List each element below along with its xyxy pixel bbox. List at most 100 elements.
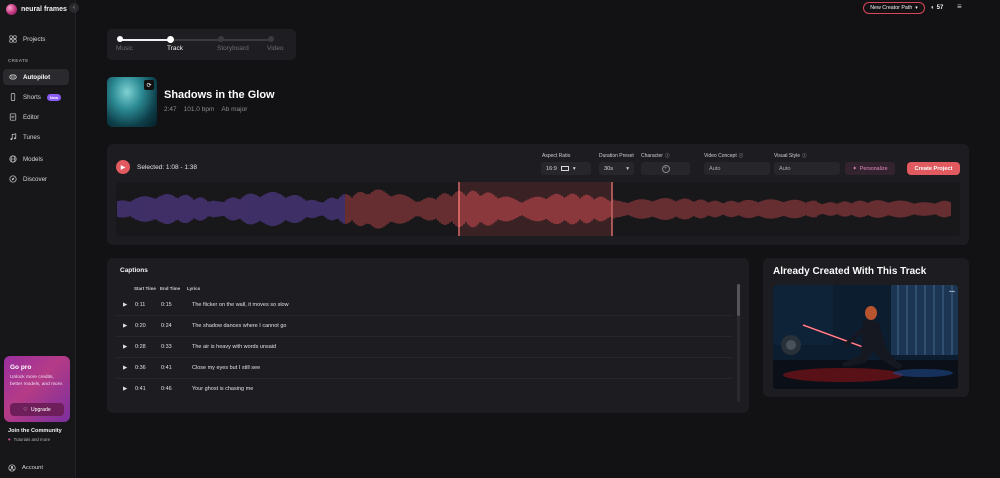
sidebar-item-tunes[interactable]: Tunes (3, 129, 69, 145)
sidebar-item-label: Editor (23, 113, 40, 121)
section-label-create: CREATE (8, 58, 29, 63)
credits-icon: ◐ (931, 5, 935, 11)
change-cover-icon[interactable]: ⟳ (144, 80, 154, 90)
play-icon[interactable]: ▶ (123, 344, 127, 350)
new-creator-path-button[interactable]: New Creator Path ▾ (863, 2, 925, 14)
brand-name: neural frames (21, 5, 67, 13)
community-title: Join the Community (8, 428, 62, 434)
caption-end: 0:15 (161, 302, 172, 308)
aspect-ratio-select[interactable]: 16:9 ▾ (541, 162, 591, 175)
waveform[interactable] (116, 182, 960, 236)
play-button[interactable]: ▶ (116, 160, 130, 174)
sidebar-item-models[interactable]: Models (3, 151, 69, 167)
character-label: Character (641, 153, 663, 159)
play-icon[interactable]: ▶ (123, 386, 127, 392)
compass-icon (9, 175, 17, 183)
track-cover-image: ⟳ (107, 77, 157, 127)
video-concept-value: Auto (709, 165, 721, 172)
info-icon: ⓘ (802, 153, 807, 158)
caption-row[interactable]: ▶ 0:41 0:46 Your ghost is chasing me (116, 379, 732, 400)
sidebar-item-label: Models (23, 155, 43, 163)
step-dot-music[interactable] (117, 36, 123, 42)
caption-lyric[interactable]: The shadow dances where I cannot go (192, 323, 286, 329)
play-icon[interactable]: ▶ (123, 302, 127, 308)
caption-lyric[interactable]: Your ghost is chasing me (192, 386, 253, 392)
video-concept-input[interactable]: Auto (704, 162, 770, 175)
create-project-button[interactable]: Create Project (907, 162, 960, 175)
caption-end: 0:46 (161, 386, 172, 392)
visual-style-input[interactable]: Auto (774, 162, 840, 175)
progress-stepper: Music Track Storyboard Video (107, 29, 296, 60)
caption-lyric[interactable]: The flicker on the wall, it moves so slo… (192, 302, 289, 308)
header-lyrics: Lyrics (187, 286, 201, 291)
sparkle-icon: ✦ (852, 165, 857, 172)
more-options-icon[interactable]: ... (949, 287, 955, 294)
header-start-time: Start Time (134, 286, 156, 291)
chevron-down-icon: ▾ (915, 5, 918, 11)
step-video[interactable]: Video (267, 45, 284, 52)
step-music[interactable]: Music (116, 45, 133, 52)
upgrade-button[interactable]: ♡ Upgrade (10, 403, 64, 416)
sidebar-item-shorts[interactable]: Shorts New (3, 89, 69, 105)
caption-start: 0:41 (135, 386, 146, 392)
caption-row[interactable]: ▶ 0:28 0:33 The air is heavy with words … (116, 337, 732, 358)
menu-icon[interactable]: ≡ (957, 2, 967, 14)
step-dot-storyboard[interactable] (218, 36, 224, 42)
go-pro-card: Go pro Unlock more credits, better model… (4, 356, 70, 422)
sidebar-item-label: Discover (23, 175, 48, 183)
community-sub: Tutorials and more (13, 437, 51, 442)
sidebar: neural frames ‹ Projects CREATE Autopilo… (0, 0, 79, 478)
heart-icon: ♥ (8, 437, 11, 442)
sidebar-item-discover[interactable]: Discover (3, 171, 69, 187)
chevron-left-icon[interactable]: ‹ (69, 3, 79, 13)
duration-preset-select[interactable]: 30s ▾ (599, 162, 634, 175)
caption-row[interactable]: ▶ 0:36 0:41 Close my eyes but I still se… (116, 358, 732, 379)
play-icon[interactable]: ▶ (123, 323, 127, 329)
track-meta: 2:47 101.0 bpm Ab major (164, 106, 247, 113)
credits-count: 57 (936, 5, 944, 11)
captions-title: Captions (120, 267, 148, 274)
step-dot-track[interactable] (167, 35, 174, 43)
caption-start: 0:36 (135, 365, 146, 371)
caption-row[interactable]: ▶ 0:20 0:24 The shadow dances where I ca… (116, 316, 732, 337)
sidebar-item-editor[interactable]: Editor (3, 109, 69, 125)
scrollbar-thumb[interactable] (737, 284, 740, 316)
phone-icon (9, 93, 17, 101)
chevron-down-icon: ▾ (572, 165, 576, 172)
aspect-ratio-label: Aspect Ratio (542, 153, 571, 159)
go-pro-text: Unlock more credits, better models, and … (10, 375, 64, 387)
step-dot-video[interactable] (268, 36, 274, 42)
creator-path-label: New Creator Path (870, 5, 913, 11)
play-icon[interactable]: ▶ (123, 365, 127, 371)
caption-end: 0:24 (161, 323, 172, 329)
credits-display[interactable]: ◐ 57 (931, 2, 951, 14)
step-track[interactable]: Track (167, 45, 183, 52)
upgrade-label: Upgrade (30, 406, 51, 413)
sidebar-item-label: Autopilot (23, 73, 51, 81)
character-label-wrap: Character ⓘ (641, 153, 669, 159)
brand[interactable]: neural frames (6, 3, 78, 15)
caption-start: 0:20 (135, 323, 146, 329)
track-key: Ab major (221, 106, 248, 113)
stepper-line-done (119, 39, 169, 41)
sidebar-item-autopilot[interactable]: Autopilot (3, 69, 69, 85)
community-link[interactable]: Join the Community ♥ Tutorials and more (8, 428, 62, 442)
created-video-thumbnail[interactable]: ... (773, 285, 958, 389)
caption-row[interactable]: ▶ 0:11 0:15 The flicker on the wall, it … (116, 295, 732, 316)
sidebar-item-label: Shorts (23, 93, 41, 101)
account-link[interactable]: Account (8, 464, 43, 472)
caption-start: 0:11 (135, 302, 146, 308)
personalize-button[interactable]: ✦ Personalize (845, 162, 895, 175)
sidebar-item-projects[interactable]: Projects (3, 31, 69, 47)
visual-style-label: Visual Style (774, 153, 801, 159)
captions-scrollbar[interactable] (737, 284, 740, 402)
track-bpm: 101.0 bpm (183, 106, 215, 113)
globe-icon (9, 155, 17, 163)
caption-lyric[interactable]: The air is heavy with words unsaid (192, 344, 276, 350)
heart-icon: ♡ (23, 406, 28, 413)
character-select[interactable]: + (641, 162, 690, 175)
step-storyboard[interactable]: Storyboard (217, 45, 249, 52)
caption-end: 0:33 (161, 344, 172, 350)
add-character-icon: + (661, 164, 670, 173)
caption-lyric[interactable]: Close my eyes but I still see (192, 365, 260, 371)
